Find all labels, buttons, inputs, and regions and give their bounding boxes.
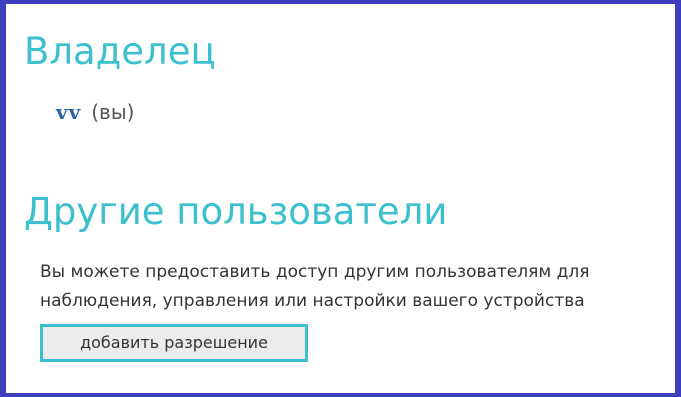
- owner-entry: vv (вы): [56, 100, 134, 124]
- owner-name: vv: [56, 100, 82, 124]
- other-users-description: Вы можете предоставить доступ другим пол…: [40, 262, 590, 311]
- other-users-heading: Другие пользователи: [24, 190, 448, 233]
- owner-you-label: (вы): [91, 100, 135, 124]
- permissions-panel: Владелец vv (вы) Другие пользователи Вы м…: [0, 0, 681, 397]
- owner-heading: Владелец: [24, 30, 216, 73]
- add-permission-button[interactable]: добавить разрешение: [40, 324, 308, 362]
